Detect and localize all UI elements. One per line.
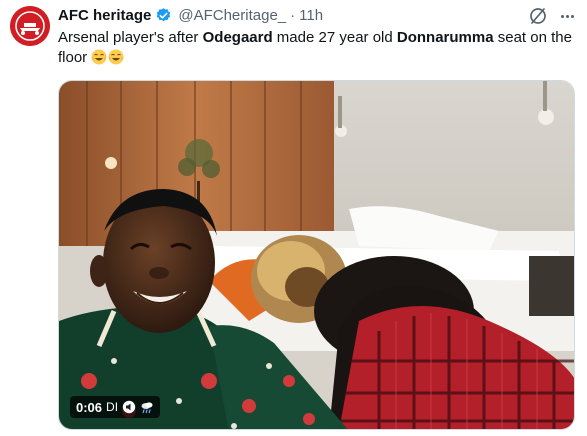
video-duration-badge: 0:06 DI — [70, 396, 161, 418]
tweet-text: Arsenal player's after Odegaard made 27 … — [58, 28, 573, 68]
sound-icon[interactable] — [122, 400, 136, 414]
weather-icon — [140, 400, 154, 414]
tweet-name-donnarumma: Donnarumma — [396, 29, 494, 46]
tweet-card[interactable]: AFC heritage @AFCheritage_ · 11h Arsenal… — [0, 0, 587, 436]
more-icon[interactable] — [556, 6, 578, 26]
video-duration: 0:06 — [76, 399, 103, 415]
author-name[interactable]: AFC heritage — [58, 7, 151, 24]
author-handle[interactable]: @AFCheritage_ — [178, 7, 286, 24]
separator-dot: · — [290, 6, 296, 24]
tweet-text-part2: made 27 year old — [272, 29, 397, 46]
tweet-header: AFC heritage @AFCheritage_ · 11h — [58, 5, 323, 25]
avatar[interactable] — [10, 6, 50, 46]
video-player[interactable] — [58, 80, 575, 430]
tweet-text-part1: Arsenal player's after — [58, 29, 203, 46]
laughing-emoji-icon — [91, 49, 107, 65]
post-time[interactable]: 11h — [299, 7, 323, 24]
grok-icon[interactable] — [528, 6, 548, 26]
tweet-name-odegaard: Odegaard — [202, 29, 273, 46]
laughing-emoji-icon — [108, 49, 124, 65]
verified-badge-icon — [155, 7, 172, 24]
video-tag: DI — [106, 400, 119, 414]
